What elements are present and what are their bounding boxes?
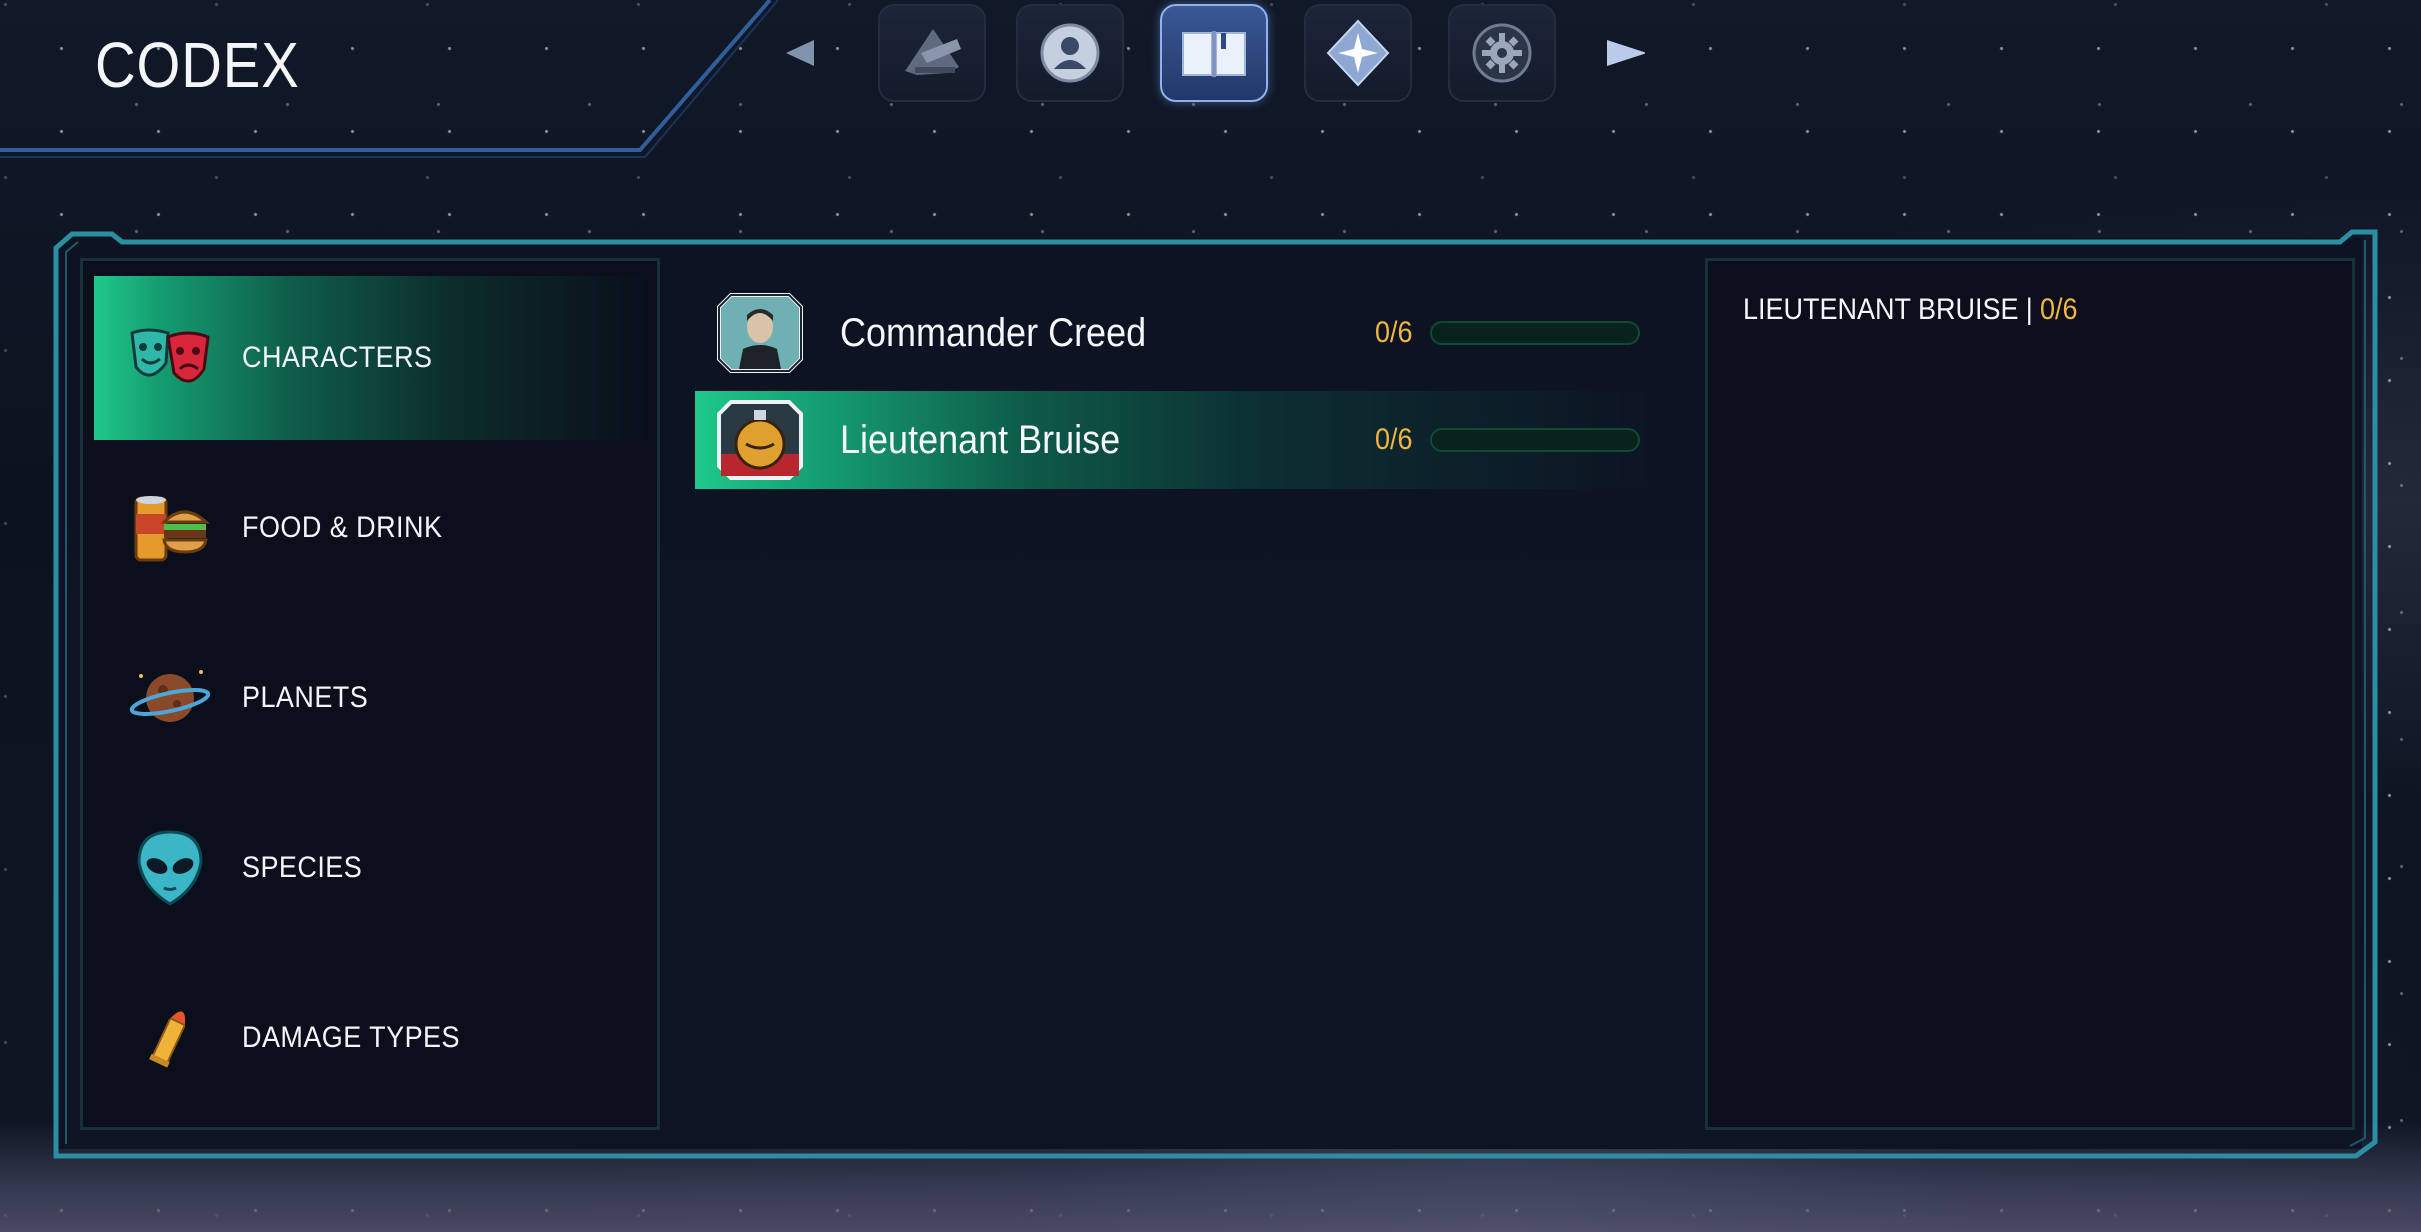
book-icon	[1182, 31, 1246, 77]
commander-portrait-icon	[717, 293, 803, 373]
category-damage-types[interactable]: DAMAGE TYPES	[94, 956, 649, 1120]
tab-codex[interactable]	[1160, 4, 1268, 102]
category-label: PLANETS	[242, 681, 369, 714]
detail-title: LIEUTENANT BRUISE	[1743, 293, 2019, 326]
category-food-drink[interactable]: FOOD & DRINK	[94, 446, 649, 610]
nav-prev-arrow-icon[interactable]	[780, 35, 820, 71]
lieutenant-portrait-icon	[717, 400, 803, 480]
category-planets[interactable]: PLANETS	[94, 616, 649, 780]
entry-commander-creed[interactable]: Commander Creed 0/6	[695, 284, 1645, 382]
entry-lieutenant-bruise[interactable]: Lieutenant Bruise 0/6	[695, 391, 1645, 489]
category-label: DAMAGE TYPES	[242, 1021, 460, 1054]
nav-next-arrow-icon[interactable]	[1605, 35, 1645, 71]
category-characters[interactable]: CHARACTERS	[94, 276, 649, 440]
entry-progress-text: 0/6	[1375, 423, 1413, 456]
burger-soda-icon	[124, 482, 216, 574]
theater-masks-icon	[124, 312, 216, 404]
entry-name: Commander Creed	[840, 310, 1147, 355]
category-list: CHARACTERS FOOD & DRINK PLANETS SPECIES …	[80, 258, 660, 1130]
tab-settings[interactable]	[1448, 4, 1556, 102]
category-label: CHARACTERS	[242, 341, 433, 374]
category-species[interactable]: SPECIES	[94, 786, 649, 950]
page-title: CODEX	[95, 29, 300, 101]
planet-icon	[124, 652, 216, 744]
alien-icon	[124, 822, 216, 914]
entry-progress-bar	[1430, 428, 1640, 452]
entry-list: Commander Creed 0/6 Lieutenant Bruise 0/…	[680, 258, 1680, 1130]
detail-separator: |	[2025, 293, 2033, 326]
tab-ship[interactable]	[878, 4, 986, 102]
bullet-icon	[124, 992, 216, 1084]
category-label: SPECIES	[242, 851, 363, 884]
detail-panel: LIEUTENANT BRUISE | 0/6	[1705, 258, 2355, 1130]
entry-progress-bar	[1430, 321, 1640, 345]
star-compass-icon	[1326, 19, 1390, 87]
ship-icon	[905, 29, 961, 75]
entry-progress-text: 0/6	[1375, 316, 1413, 349]
tab-profile[interactable]	[1016, 4, 1124, 102]
detail-progress: 0/6	[2039, 293, 2078, 326]
gear-icon	[1472, 23, 1532, 83]
category-label: FOOD & DRINK	[242, 511, 443, 544]
tab-star[interactable]	[1304, 4, 1412, 102]
detail-header: LIEUTENANT BRUISE | 0/6	[1743, 293, 2078, 327]
entry-name: Lieutenant Bruise	[840, 417, 1121, 462]
profile-icon	[1040, 23, 1100, 83]
